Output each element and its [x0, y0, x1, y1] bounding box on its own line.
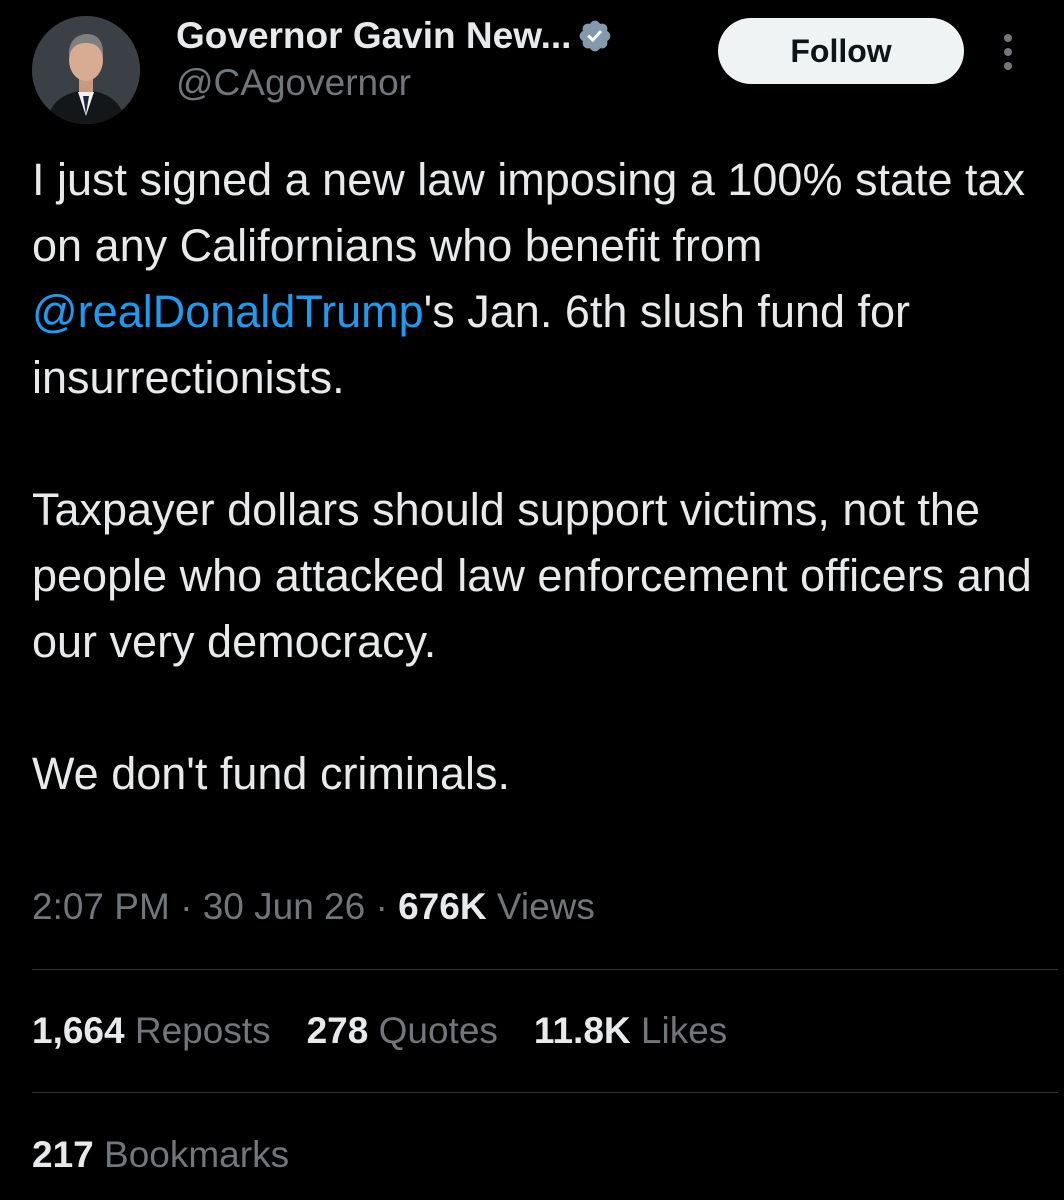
- divider: [32, 1092, 1058, 1093]
- tweet-paragraph-2: Taxpayer dollars should support victims,…: [32, 484, 1032, 667]
- mention-link[interactable]: @realDonaldTrump: [32, 286, 424, 337]
- views-count: 676K: [398, 886, 487, 927]
- author-handle[interactable]: @CAgovernor: [176, 62, 411, 104]
- author-name[interactable]: Governor Gavin New...: [176, 12, 613, 60]
- bookmarks-count: 217: [32, 1134, 94, 1175]
- verified-badge-icon[interactable]: [577, 18, 613, 54]
- tweet-paragraph-3: We don't fund criminals.: [32, 748, 510, 799]
- bookmarks-label: Bookmarks: [104, 1134, 290, 1175]
- engagement-stats: 1,664 Reposts 278 Quotes 11.8K Likes: [32, 1010, 763, 1052]
- quotes-count: 278: [306, 1010, 369, 1051]
- tweet-date[interactable]: 30 Jun 26: [203, 886, 366, 927]
- tweet-text: I just signed a new law imposing a 100% …: [32, 147, 1032, 807]
- bookmarks-stat[interactable]: 217 Bookmarks: [32, 1134, 289, 1176]
- follow-button[interactable]: Follow: [718, 18, 964, 84]
- likes-count: 11.8K: [533, 1010, 631, 1051]
- tweet-metadata: 2:07 PM · 30 Jun 26 · 676K Views: [32, 886, 595, 928]
- avatar-portrait-icon: [32, 16, 140, 124]
- separator-dot: ·: [375, 886, 388, 927]
- likes-stat[interactable]: 11.8K Likes: [534, 1010, 727, 1052]
- divider: [32, 969, 1058, 970]
- quotes-label: Quotes: [378, 1010, 498, 1051]
- tweet-text-segment: I just signed a new law imposing a 100% …: [32, 154, 1026, 271]
- avatar[interactable]: [32, 16, 140, 124]
- more-vertical-icon[interactable]: [994, 30, 1022, 74]
- reposts-label: Reposts: [134, 1010, 271, 1051]
- reposts-stat[interactable]: 1,664 Reposts: [32, 1010, 271, 1052]
- views-label: Views: [496, 886, 595, 927]
- display-name-text[interactable]: Governor Gavin New...: [176, 15, 571, 57]
- reposts-count: 1,664: [32, 1010, 125, 1051]
- separator-dot: ·: [180, 886, 193, 927]
- tweet-paragraph-1: I just signed a new law imposing a 100% …: [32, 147, 1032, 411]
- tweet-time[interactable]: 2:07 PM: [32, 886, 170, 927]
- likes-label: Likes: [640, 1010, 728, 1051]
- quotes-stat[interactable]: 278 Quotes: [307, 1010, 498, 1052]
